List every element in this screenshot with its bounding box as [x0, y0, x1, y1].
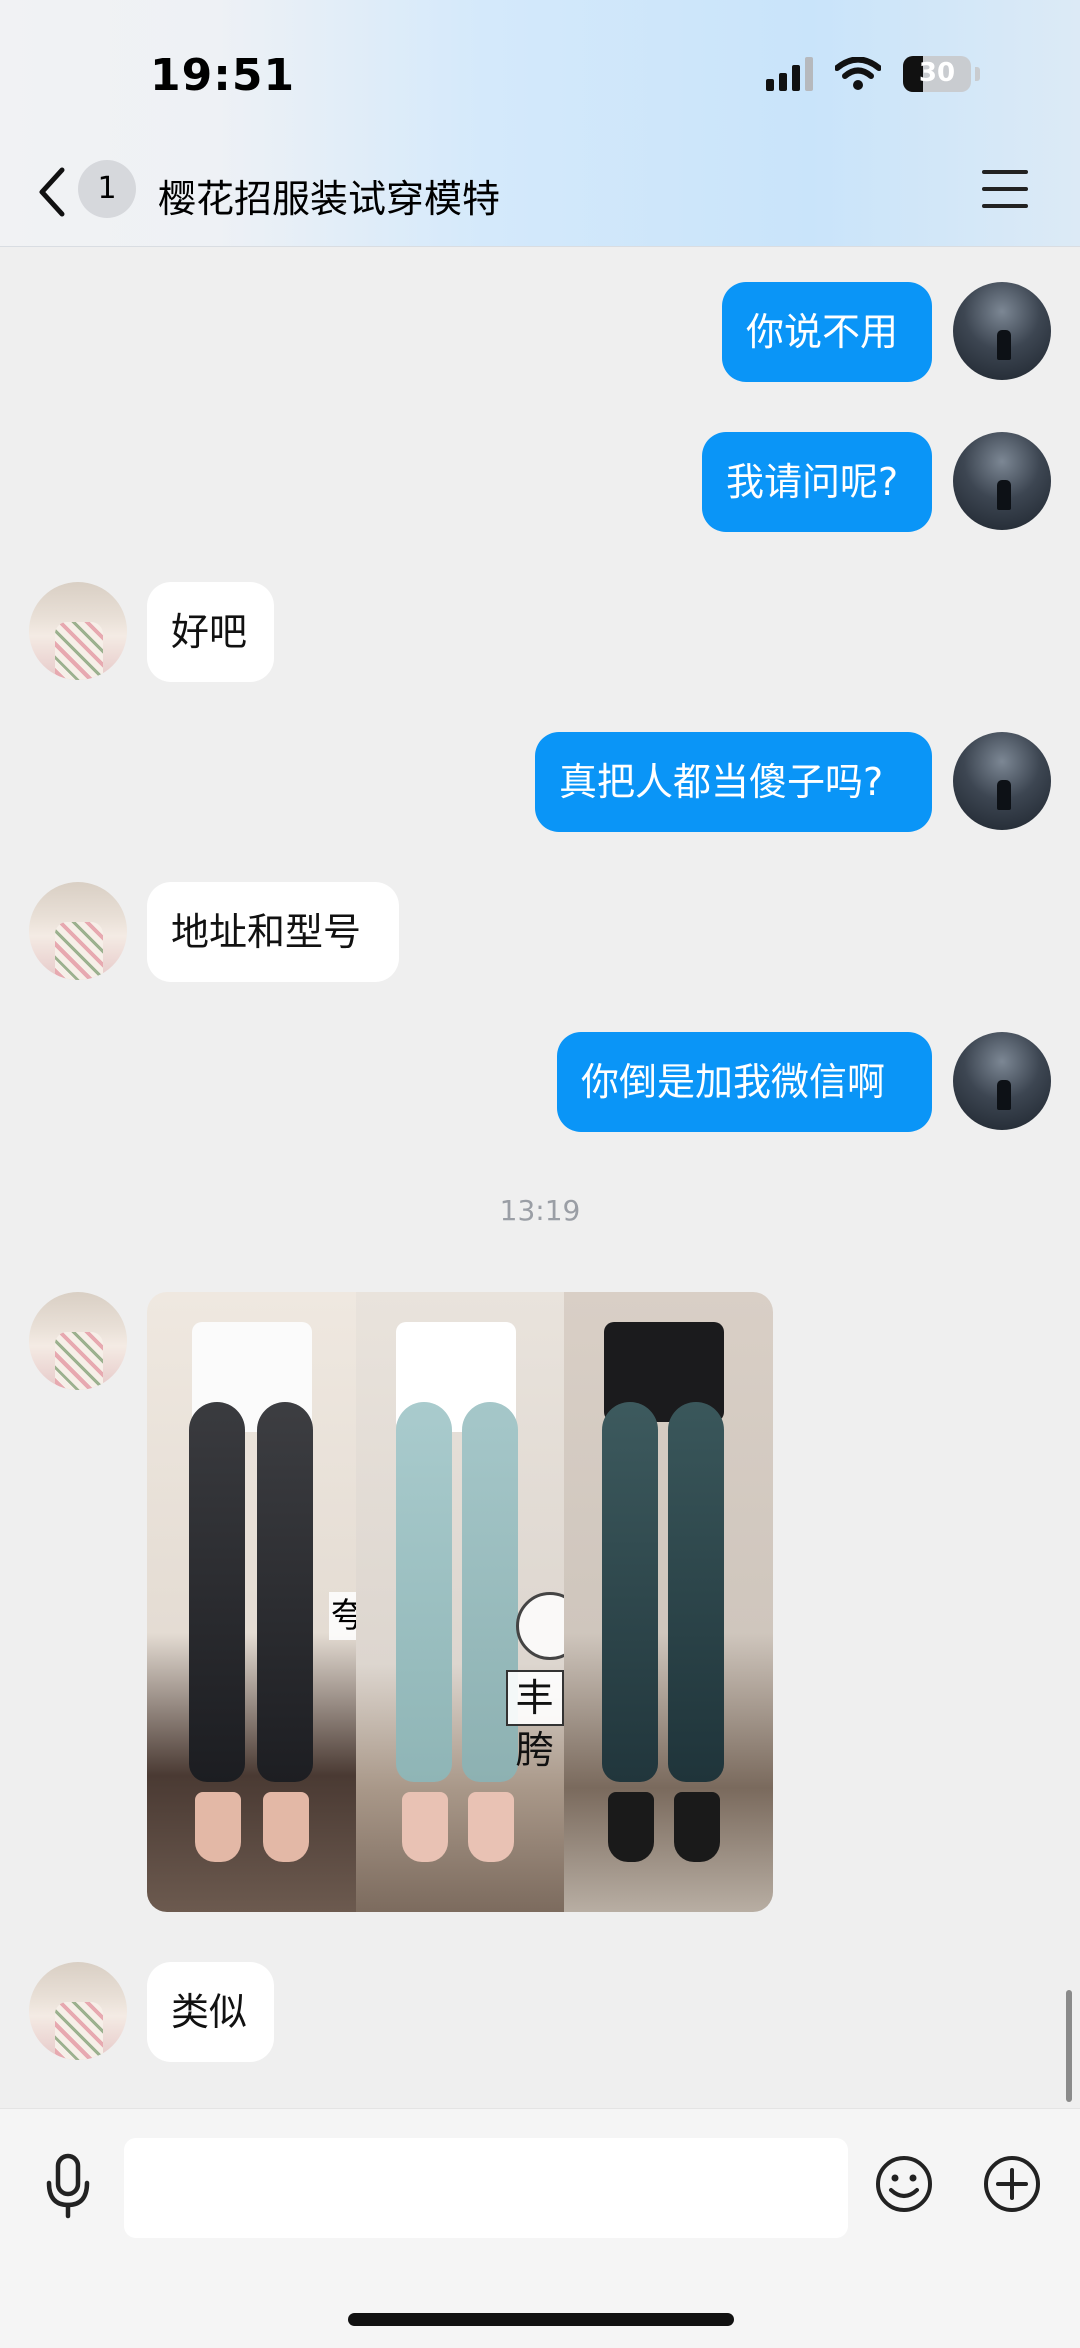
message-bubble-outgoing[interactable]: 你倒是加我微信啊: [557, 1032, 932, 1132]
menu-icon[interactable]: [982, 170, 1028, 208]
plus-icon[interactable]: [982, 2154, 1042, 2214]
contact-avatar[interactable]: [29, 582, 127, 680]
my-avatar[interactable]: [953, 432, 1051, 530]
home-indicator: [348, 2313, 734, 2326]
my-avatar[interactable]: [953, 732, 1051, 830]
image-overlay-label: 丰胯: [505, 1670, 565, 1772]
my-avatar[interactable]: [953, 1032, 1051, 1130]
photo-panel-black-jeans: 夸: [147, 1292, 367, 1912]
message-input[interactable]: [124, 2138, 848, 2238]
message-timestamp: 13:19: [499, 1194, 581, 1227]
message-bubble-outgoing[interactable]: 我请问呢?: [702, 432, 932, 532]
unread-badge[interactable]: 1: [78, 160, 136, 218]
contact-avatar[interactable]: [29, 1292, 127, 1390]
battery-icon: 30: [903, 56, 971, 92]
photo-panel-dark-jeans: [564, 1292, 773, 1912]
my-avatar[interactable]: [953, 282, 1051, 380]
signal-icon: [766, 57, 813, 91]
status-time: 19:51: [150, 50, 296, 101]
message-bubble-outgoing[interactable]: 你说不用: [722, 282, 932, 382]
scrollbar[interactable]: [1066, 1990, 1072, 2102]
message-bubble-incoming[interactable]: 好吧: [147, 582, 274, 682]
image-message[interactable]: 夸 丰胯: [147, 1292, 773, 1912]
chat-title[interactable]: 樱花招服装试穿模特: [158, 168, 500, 223]
wifi-icon: [835, 57, 881, 90]
contact-avatar[interactable]: [29, 1962, 127, 2060]
battery-tip: [975, 67, 980, 81]
status-icons: 30: [766, 56, 980, 92]
battery-level: 30: [918, 58, 956, 88]
emoji-icon[interactable]: [874, 2154, 934, 2214]
message-bubble-incoming[interactable]: 地址和型号: [147, 882, 399, 982]
photo-panel-light-jeans: 丰胯: [355, 1292, 584, 1912]
message-bubble-outgoing[interactable]: 真把人都当傻子吗?: [535, 732, 932, 832]
back-icon[interactable]: [32, 164, 72, 220]
microphone-icon[interactable]: [44, 2153, 92, 2219]
message-bubble-incoming[interactable]: 类似: [147, 1962, 274, 2062]
contact-avatar[interactable]: [29, 882, 127, 980]
